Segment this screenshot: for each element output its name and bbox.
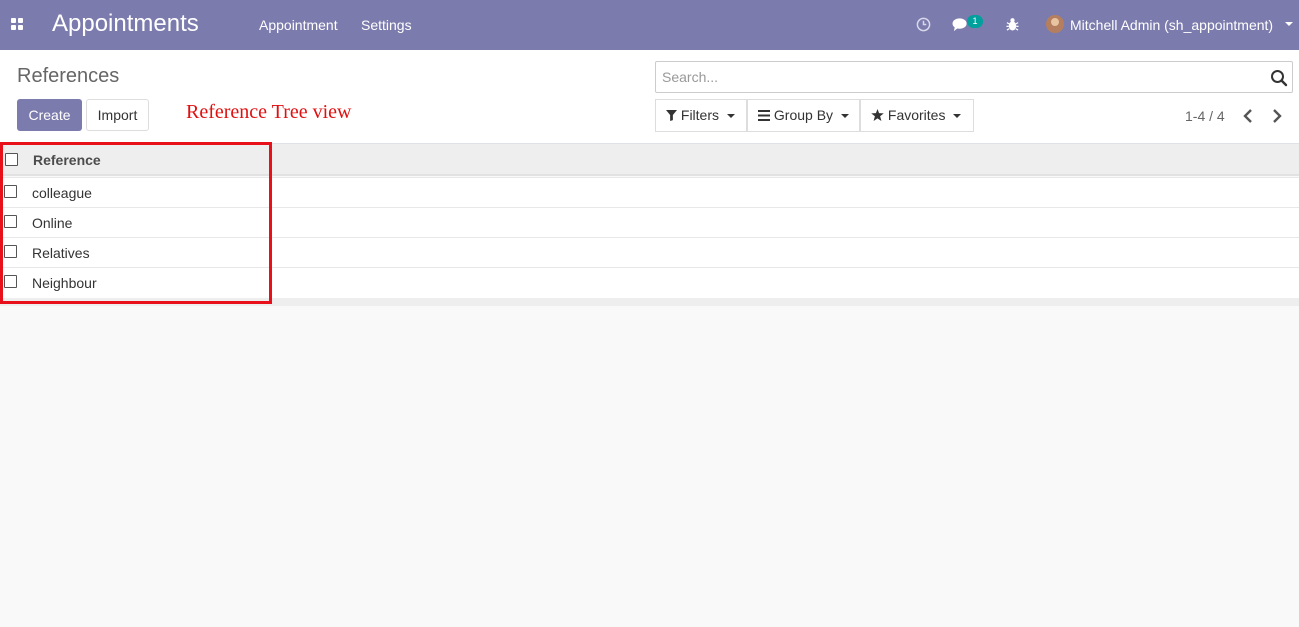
user-menu[interactable]: Mitchell Admin (sh_appointment) — [1070, 17, 1273, 33]
favorites-label: Favorites — [887, 107, 946, 123]
annotation-label: Reference Tree view — [186, 101, 352, 123]
menu-settings[interactable]: Settings — [361, 17, 412, 33]
control-panel: References Create Import Reference Tree … — [0, 50, 1299, 144]
search-input[interactable] — [662, 69, 1252, 85]
star-icon — [871, 109, 884, 121]
filters-button[interactable]: Filters — [655, 99, 747, 132]
app-title: Appointments — [52, 10, 199, 37]
row-reference: Neighbour — [32, 275, 97, 291]
row-checkbox[interactable] — [4, 245, 17, 258]
table-row[interactable]: colleague — [0, 177, 1299, 207]
search-box[interactable] — [655, 61, 1293, 93]
row-reference: Relatives — [32, 245, 90, 261]
table-row[interactable]: Online — [0, 207, 1299, 237]
select-all-checkbox[interactable] — [5, 153, 18, 166]
create-button[interactable]: Create — [17, 99, 82, 131]
menu-appointment[interactable]: Appointment — [259, 17, 338, 33]
search-icon[interactable] — [1270, 69, 1288, 87]
avatar[interactable] — [1046, 15, 1064, 33]
chevron-down-icon[interactable] — [1285, 22, 1293, 26]
row-reference: colleague — [32, 185, 92, 201]
pager-value[interactable]: 1-4 / 4 — [1185, 108, 1225, 124]
caret-down-icon — [727, 114, 736, 119]
table-row[interactable]: Relatives — [0, 237, 1299, 267]
list-header: Reference — [0, 144, 1299, 176]
row-checkbox[interactable] — [4, 275, 17, 288]
row-checkbox[interactable] — [4, 185, 17, 198]
filters-label: Filters — [680, 107, 720, 123]
clock-icon[interactable] — [916, 17, 931, 32]
top-navbar: Appointments Appointment Settings 1 Mitc… — [0, 0, 1299, 50]
table-row[interactable]: Neighbour — [0, 267, 1299, 298]
apps-icon[interactable] — [11, 18, 24, 31]
filter-icon — [666, 110, 677, 121]
column-header-reference[interactable]: Reference — [33, 152, 101, 168]
caret-down-icon — [841, 114, 850, 119]
row-checkbox[interactable] — [4, 215, 17, 228]
list-footer — [0, 298, 1299, 306]
row-reference: Online — [32, 215, 73, 231]
chevron-right-icon[interactable] — [1270, 108, 1284, 124]
favorites-button[interactable]: Favorites — [860, 99, 974, 132]
group-by-button[interactable]: Group By — [747, 99, 860, 132]
caret-down-icon — [953, 114, 962, 119]
group-by-label: Group By — [773, 107, 834, 123]
chevron-left-icon[interactable] — [1241, 108, 1255, 124]
bug-icon[interactable] — [1006, 17, 1019, 32]
import-button[interactable]: Import — [86, 99, 149, 131]
bars-icon — [758, 110, 770, 121]
chat-badge: 1 — [967, 15, 983, 28]
breadcrumb: References — [17, 65, 120, 87]
